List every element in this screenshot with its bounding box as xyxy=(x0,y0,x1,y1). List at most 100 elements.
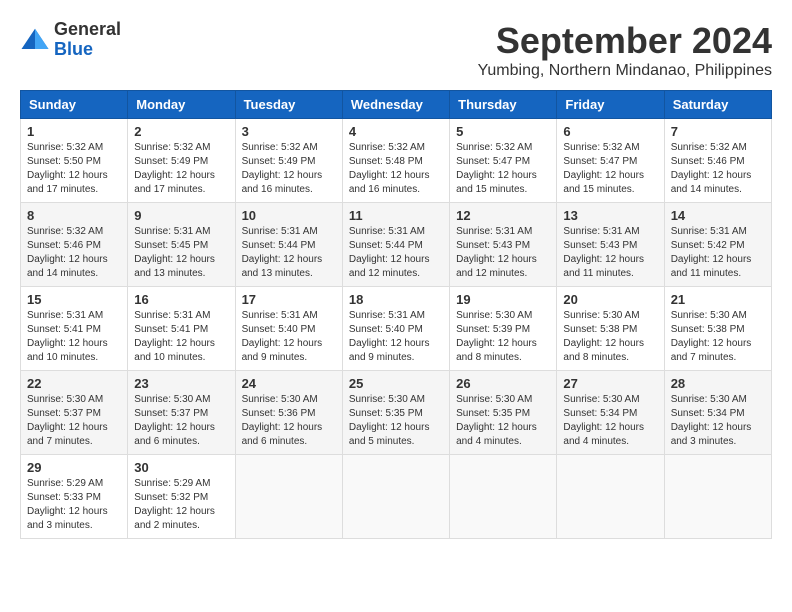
day-info: Sunrise: 5:31 AM Sunset: 5:42 PM Dayligh… xyxy=(671,225,765,281)
day-info: Sunrise: 5:29 AM Sunset: 5:33 PM Dayligh… xyxy=(27,477,121,533)
day-number: 12 xyxy=(456,208,550,223)
calendar-week-2: 8 Sunrise: 5:32 AM Sunset: 5:46 PM Daylig… xyxy=(21,203,772,287)
weekday-header-saturday: Saturday xyxy=(664,91,771,119)
calendar-cell: 11Sunrise: 5:31 AM Sunset: 5:44 PM Dayli… xyxy=(342,203,449,287)
day-info: Sunrise: 5:30 AM Sunset: 5:38 PM Dayligh… xyxy=(563,309,657,365)
calendar-cell: 2Sunrise: 5:32 AM Sunset: 5:49 PM Daylig… xyxy=(128,119,235,203)
day-info: Sunrise: 5:32 AM Sunset: 5:47 PM Dayligh… xyxy=(456,141,550,197)
calendar-week-1: 1Sunrise: 5:32 AM Sunset: 5:50 PM Daylig… xyxy=(21,119,772,203)
calendar-cell: 12 Sunrise: 5:31 AM Sunset: 5:43 PM Dayli… xyxy=(450,203,557,287)
calendar-cell: 28Sunrise: 5:30 AM Sunset: 5:34 PM Dayli… xyxy=(664,371,771,455)
day-number: 9 xyxy=(134,208,228,223)
day-info: Sunrise: 5:30 AM Sunset: 5:37 PM Dayligh… xyxy=(134,393,228,449)
day-info: Sunrise: 5:30 AM Sunset: 5:37 PM Dayligh… xyxy=(27,393,121,449)
calendar-cell: 14 Sunrise: 5:31 AM Sunset: 5:42 PM Dayli… xyxy=(664,203,771,287)
day-number: 29 xyxy=(27,460,121,475)
day-info: Sunrise: 5:31 AM Sunset: 5:40 PM Dayligh… xyxy=(242,309,336,365)
day-number: 27 xyxy=(563,376,657,391)
day-number: 13 xyxy=(563,208,657,223)
calendar-cell: 18 Sunrise: 5:31 AM Sunset: 5:40 PM Dayli… xyxy=(342,287,449,371)
calendar-week-5: 29 Sunrise: 5:29 AM Sunset: 5:33 PM Dayli… xyxy=(21,455,772,539)
day-number: 14 xyxy=(671,208,765,223)
day-info: Sunrise: 5:30 AM Sunset: 5:34 PM Dayligh… xyxy=(671,393,765,449)
calendar-cell: 1Sunrise: 5:32 AM Sunset: 5:50 PM Daylig… xyxy=(21,119,128,203)
calendar-cell: 16 Sunrise: 5:31 AM Sunset: 5:41 PM Dayli… xyxy=(128,287,235,371)
day-number: 1 xyxy=(27,124,121,139)
calendar-cell: 3 Sunrise: 5:32 AM Sunset: 5:49 PM Daylig… xyxy=(235,119,342,203)
calendar-cell: 15 Sunrise: 5:31 AM Sunset: 5:41 PM Dayli… xyxy=(21,287,128,371)
calendar-cell: 19Sunrise: 5:30 AM Sunset: 5:39 PM Dayli… xyxy=(450,287,557,371)
header: General Blue September 2024 Yumbing, Nor… xyxy=(20,20,772,80)
day-info: Sunrise: 5:32 AM Sunset: 5:48 PM Dayligh… xyxy=(349,141,443,197)
calendar-cell xyxy=(450,455,557,539)
day-info: Sunrise: 5:30 AM Sunset: 5:39 PM Dayligh… xyxy=(456,309,550,365)
weekday-header-sunday: Sunday xyxy=(21,91,128,119)
logo-general-text: General xyxy=(54,20,121,40)
day-info: Sunrise: 5:31 AM Sunset: 5:43 PM Dayligh… xyxy=(456,225,550,281)
calendar-cell: 27 Sunrise: 5:30 AM Sunset: 5:34 PM Dayli… xyxy=(557,371,664,455)
day-number: 24 xyxy=(242,376,336,391)
day-info: Sunrise: 5:31 AM Sunset: 5:44 PM Dayligh… xyxy=(242,225,336,281)
calendar-week-4: 22 Sunrise: 5:30 AM Sunset: 5:37 PM Dayli… xyxy=(21,371,772,455)
calendar-cell: 23 Sunrise: 5:30 AM Sunset: 5:37 PM Dayli… xyxy=(128,371,235,455)
day-info: Sunrise: 5:31 AM Sunset: 5:41 PM Dayligh… xyxy=(134,309,228,365)
day-info: Sunrise: 5:32 AM Sunset: 5:49 PM Dayligh… xyxy=(134,141,228,197)
calendar-week-3: 15 Sunrise: 5:31 AM Sunset: 5:41 PM Dayli… xyxy=(21,287,772,371)
day-number: 18 xyxy=(349,292,443,307)
calendar-cell: 10 Sunrise: 5:31 AM Sunset: 5:44 PM Dayli… xyxy=(235,203,342,287)
calendar-cell xyxy=(557,455,664,539)
day-number: 4 xyxy=(349,124,443,139)
day-info: Sunrise: 5:31 AM Sunset: 5:43 PM Dayligh… xyxy=(563,225,657,281)
calendar-cell: 22 Sunrise: 5:30 AM Sunset: 5:37 PM Dayli… xyxy=(21,371,128,455)
calendar-cell xyxy=(235,455,342,539)
logo-icon xyxy=(20,25,50,55)
calendar-cell: 20 Sunrise: 5:30 AM Sunset: 5:38 PM Dayli… xyxy=(557,287,664,371)
day-number: 7 xyxy=(671,124,765,139)
calendar-cell: 25Sunrise: 5:30 AM Sunset: 5:35 PM Dayli… xyxy=(342,371,449,455)
day-number: 16 xyxy=(134,292,228,307)
day-info: Sunrise: 5:29 AM Sunset: 5:32 PM Dayligh… xyxy=(134,477,228,533)
day-info: Sunrise: 5:30 AM Sunset: 5:36 PM Dayligh… xyxy=(242,393,336,449)
day-number: 5 xyxy=(456,124,550,139)
calendar-cell: 9 Sunrise: 5:31 AM Sunset: 5:45 PM Daylig… xyxy=(128,203,235,287)
calendar-cell: 24 Sunrise: 5:30 AM Sunset: 5:36 PM Dayli… xyxy=(235,371,342,455)
calendar-cell: 30 Sunrise: 5:29 AM Sunset: 5:32 PM Dayli… xyxy=(128,455,235,539)
calendar-cell: 29 Sunrise: 5:29 AM Sunset: 5:33 PM Dayli… xyxy=(21,455,128,539)
weekday-header-wednesday: Wednesday xyxy=(342,91,449,119)
weekday-header-tuesday: Tuesday xyxy=(235,91,342,119)
calendar-cell xyxy=(664,455,771,539)
day-number: 3 xyxy=(242,124,336,139)
day-number: 20 xyxy=(563,292,657,307)
calendar-cell: 5 Sunrise: 5:32 AM Sunset: 5:47 PM Daylig… xyxy=(450,119,557,203)
day-number: 10 xyxy=(242,208,336,223)
title-area: September 2024 Yumbing, Northern Mindana… xyxy=(478,20,772,80)
location-title: Yumbing, Northern Mindanao, Philippines xyxy=(478,62,772,80)
calendar-cell: 26Sunrise: 5:30 AM Sunset: 5:35 PM Dayli… xyxy=(450,371,557,455)
day-number: 23 xyxy=(134,376,228,391)
calendar-cell: 8 Sunrise: 5:32 AM Sunset: 5:46 PM Daylig… xyxy=(21,203,128,287)
day-info: Sunrise: 5:30 AM Sunset: 5:35 PM Dayligh… xyxy=(349,393,443,449)
calendar-cell: 7Sunrise: 5:32 AM Sunset: 5:46 PM Daylig… xyxy=(664,119,771,203)
day-number: 11 xyxy=(349,208,443,223)
day-info: Sunrise: 5:31 AM Sunset: 5:45 PM Dayligh… xyxy=(134,225,228,281)
day-number: 22 xyxy=(27,376,121,391)
day-info: Sunrise: 5:30 AM Sunset: 5:38 PM Dayligh… xyxy=(671,309,765,365)
day-info: Sunrise: 5:32 AM Sunset: 5:46 PM Dayligh… xyxy=(27,225,121,281)
weekday-header-row: SundayMondayTuesdayWednesdayThursdayFrid… xyxy=(21,91,772,119)
day-info: Sunrise: 5:30 AM Sunset: 5:35 PM Dayligh… xyxy=(456,393,550,449)
day-info: Sunrise: 5:31 AM Sunset: 5:41 PM Dayligh… xyxy=(27,309,121,365)
calendar-cell: 17 Sunrise: 5:31 AM Sunset: 5:40 PM Dayli… xyxy=(235,287,342,371)
day-info: Sunrise: 5:30 AM Sunset: 5:34 PM Dayligh… xyxy=(563,393,657,449)
day-info: Sunrise: 5:31 AM Sunset: 5:40 PM Dayligh… xyxy=(349,309,443,365)
day-number: 17 xyxy=(242,292,336,307)
day-number: 6 xyxy=(563,124,657,139)
day-info: Sunrise: 5:32 AM Sunset: 5:49 PM Dayligh… xyxy=(242,141,336,197)
day-number: 15 xyxy=(27,292,121,307)
calendar-cell: 13 Sunrise: 5:31 AM Sunset: 5:43 PM Dayli… xyxy=(557,203,664,287)
calendar-cell: 21 Sunrise: 5:30 AM Sunset: 5:38 PM Dayli… xyxy=(664,287,771,371)
calendar-cell: 6Sunrise: 5:32 AM Sunset: 5:47 PM Daylig… xyxy=(557,119,664,203)
day-number: 21 xyxy=(671,292,765,307)
calendar-cell: 4 Sunrise: 5:32 AM Sunset: 5:48 PM Daylig… xyxy=(342,119,449,203)
day-number: 30 xyxy=(134,460,228,475)
day-number: 8 xyxy=(27,208,121,223)
